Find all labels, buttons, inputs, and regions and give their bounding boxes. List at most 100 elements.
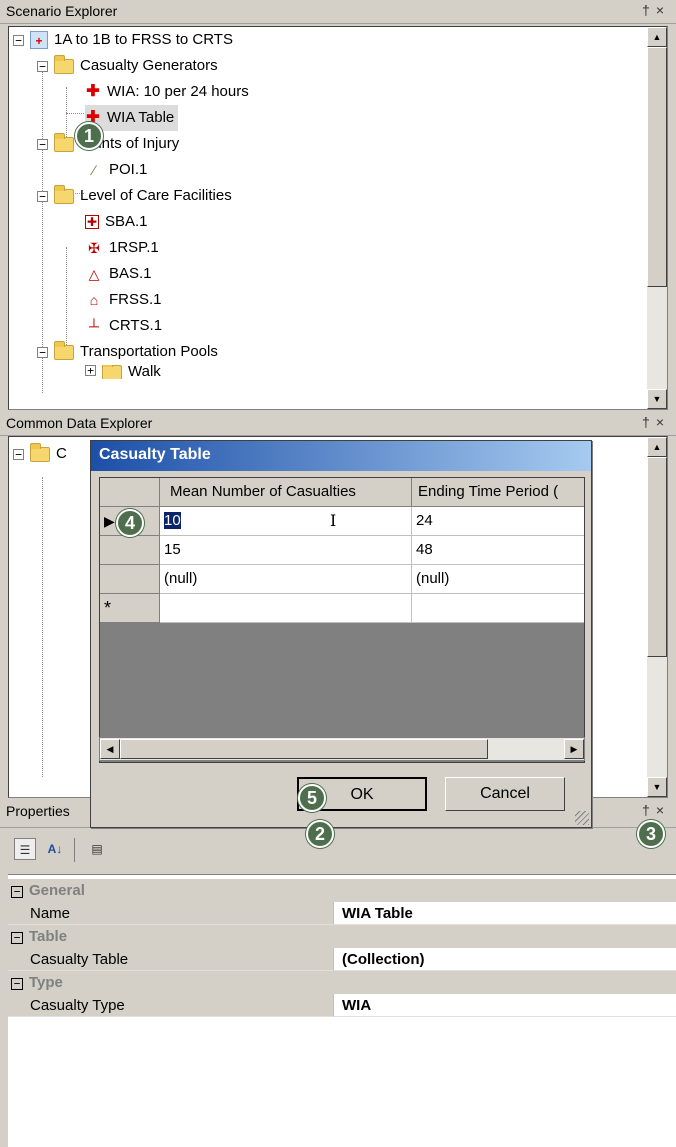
tree-label: WIA: 10 per 24 hours xyxy=(107,83,249,100)
collapse-icon[interactable]: − xyxy=(37,60,48,72)
scroll-down-arrow[interactable]: ▼ xyxy=(647,777,667,797)
hospital-icon: ┴ xyxy=(89,318,99,334)
table-row[interactable]: 15 48 xyxy=(100,536,584,565)
collapse-icon[interactable]: − xyxy=(37,346,48,358)
property-grid[interactable]: − General Name WIA Table − Table Casualty … xyxy=(8,874,676,1147)
category-label: Type xyxy=(29,974,63,991)
resize-grip-icon[interactable] xyxy=(575,811,589,825)
red-cross-icon: ✚ xyxy=(86,83,100,100)
tree-item-wia-24[interactable]: ✚ WIA: 10 per 24 hours xyxy=(85,79,249,105)
tree-item-points-of-injury[interactable]: − Points of Injury xyxy=(37,131,179,157)
scenario-explorer-title: Scenario Explorer xyxy=(6,3,118,19)
tree-label: SBA.1 xyxy=(105,213,148,230)
folder-icon xyxy=(102,365,122,379)
collapse-icon[interactable]: − xyxy=(13,34,24,46)
category-general[interactable]: − General xyxy=(8,879,676,902)
tree-item-frss1[interactable]: ⌂ FRSS.1 xyxy=(85,287,162,313)
close-icon[interactable]: × xyxy=(656,2,670,18)
common-data-explorer-titlebar: Common Data Explorer †× xyxy=(0,412,676,436)
scrollbar-thumb[interactable] xyxy=(647,457,667,657)
category-type[interactable]: − Type xyxy=(8,971,676,994)
property-value[interactable]: WIA xyxy=(334,994,676,1017)
pin-icon[interactable]: † xyxy=(642,414,656,430)
tree-label: POI.1 xyxy=(109,161,148,178)
casualty-table-dialog: Casualty Table Mean Number of Casualties… xyxy=(90,440,592,828)
tree-item-bas1[interactable]: △ BAS.1 xyxy=(85,261,152,287)
column-header[interactable]: Ending Time Period ( xyxy=(412,478,584,507)
table-row[interactable]: (null) (null) xyxy=(100,565,584,594)
end-cell[interactable]: 48 xyxy=(412,536,584,565)
collapse-icon[interactable]: − xyxy=(11,886,23,898)
end-cell[interactable] xyxy=(412,594,584,623)
column-header[interactable]: Mean Number of Casualties xyxy=(160,478,412,507)
folder-icon xyxy=(54,54,74,74)
category-label: General xyxy=(29,882,85,899)
corner-cell xyxy=(100,478,160,507)
tree-item-root[interactable]: − + 1A to 1B to FRSS to CRTS xyxy=(13,27,233,53)
table-row[interactable]: ▶ 10 I 24 xyxy=(100,507,584,536)
tree-item-level-of-care[interactable]: − Level of Care Facilities xyxy=(37,183,232,209)
property-pages-icon[interactable]: ▤ xyxy=(86,838,108,860)
category-label: Table xyxy=(29,928,68,945)
tree-item-sba1[interactable]: ✚ SBA.1 xyxy=(85,209,148,235)
end-cell[interactable]: (null) xyxy=(412,565,584,594)
property-value[interactable]: (Collection) xyxy=(334,948,676,971)
property-value[interactable]: WIA Table xyxy=(334,902,676,925)
mean-cell[interactable]: 15 xyxy=(160,536,412,565)
scroll-left-arrow[interactable]: ◀ xyxy=(100,739,120,759)
mean-cell[interactable] xyxy=(160,594,412,623)
scroll-up-arrow[interactable]: ▲ xyxy=(647,27,667,47)
expand-icon[interactable]: + xyxy=(85,365,96,376)
mean-cell[interactable]: (null) xyxy=(160,565,412,594)
casualty-data-grid[interactable]: Mean Number of Casualties Ending Time Pe… xyxy=(99,477,585,763)
tree-item-walk[interactable]: + Walk xyxy=(85,365,161,379)
row-header[interactable] xyxy=(100,565,160,594)
folder-icon xyxy=(30,442,50,462)
row-header[interactable] xyxy=(100,536,160,565)
collapse-icon[interactable]: − xyxy=(13,448,24,460)
property-row-casualty-type[interactable]: Casualty Type WIA xyxy=(8,994,676,1017)
callout-1: 1 xyxy=(75,122,103,150)
pin-icon[interactable]: † xyxy=(642,2,656,18)
close-icon[interactable]: × xyxy=(656,802,670,818)
end-cell[interactable]: 24 xyxy=(412,507,584,536)
property-row-casualty-table[interactable]: Casualty Table (Collection) xyxy=(8,948,676,971)
scrollbar-thumb[interactable] xyxy=(120,739,488,759)
tree-item-common-root[interactable]: − C xyxy=(13,441,67,467)
collapse-icon[interactable]: − xyxy=(37,138,48,150)
tree-item-poi1[interactable]: ∕ POI.1 xyxy=(85,157,148,183)
scroll-right-arrow[interactable]: ▶ xyxy=(564,739,584,759)
tree-item-rsp1[interactable]: ✠ 1RSP.1 xyxy=(85,235,159,261)
collapse-icon[interactable]: − xyxy=(11,978,23,990)
close-icon[interactable]: × xyxy=(656,414,670,430)
scenario-explorer-tree[interactable]: − + 1A to 1B to FRSS to CRTS − Casualty … xyxy=(8,26,668,410)
collapse-icon[interactable]: − xyxy=(11,932,23,944)
scroll-down-arrow[interactable]: ▼ xyxy=(647,389,667,409)
callout-3: 3 xyxy=(637,820,665,848)
common-data-explorer-title: Common Data Explorer xyxy=(6,415,153,431)
scenario-vertical-scrollbar[interactable]: ▲ ▼ xyxy=(647,27,667,409)
common-vertical-scrollbar[interactable]: ▲ ▼ xyxy=(647,437,667,797)
tree-item-crts1[interactable]: ┴ CRTS.1 xyxy=(85,313,162,339)
tree-item-transportation-pools[interactable]: − Transportation Pools xyxy=(37,339,218,365)
aid-station-icon: ✚ xyxy=(85,215,99,229)
grid-horizontal-scrollbar[interactable]: ◀ ▶ xyxy=(99,737,585,761)
new-row[interactable]: * xyxy=(100,594,584,623)
new-row-marker[interactable]: * xyxy=(100,594,160,623)
cancel-button[interactable]: Cancel xyxy=(445,777,565,811)
collapse-icon[interactable]: − xyxy=(37,190,48,202)
categorized-icon[interactable]: ☰ xyxy=(14,838,36,860)
mean-cell[interactable]: 10 I xyxy=(160,507,412,536)
dialog-title: Casualty Table xyxy=(91,441,591,471)
battalion-aid-icon: △ xyxy=(88,266,100,282)
category-table[interactable]: − Table xyxy=(8,925,676,948)
alphabetical-sort-icon[interactable]: A↓ xyxy=(44,838,66,860)
property-name: Casualty Table xyxy=(8,948,334,971)
tree-label: CRTS.1 xyxy=(109,317,163,334)
pin-icon[interactable]: † xyxy=(642,802,656,818)
tree-item-casualty-generators[interactable]: − Casualty Generators xyxy=(37,53,218,79)
scrollbar-thumb[interactable] xyxy=(647,47,667,287)
scroll-up-arrow[interactable]: ▲ xyxy=(647,437,667,457)
property-row-name[interactable]: Name WIA Table xyxy=(8,902,676,925)
tree-label: FRSS.1 xyxy=(109,291,162,308)
